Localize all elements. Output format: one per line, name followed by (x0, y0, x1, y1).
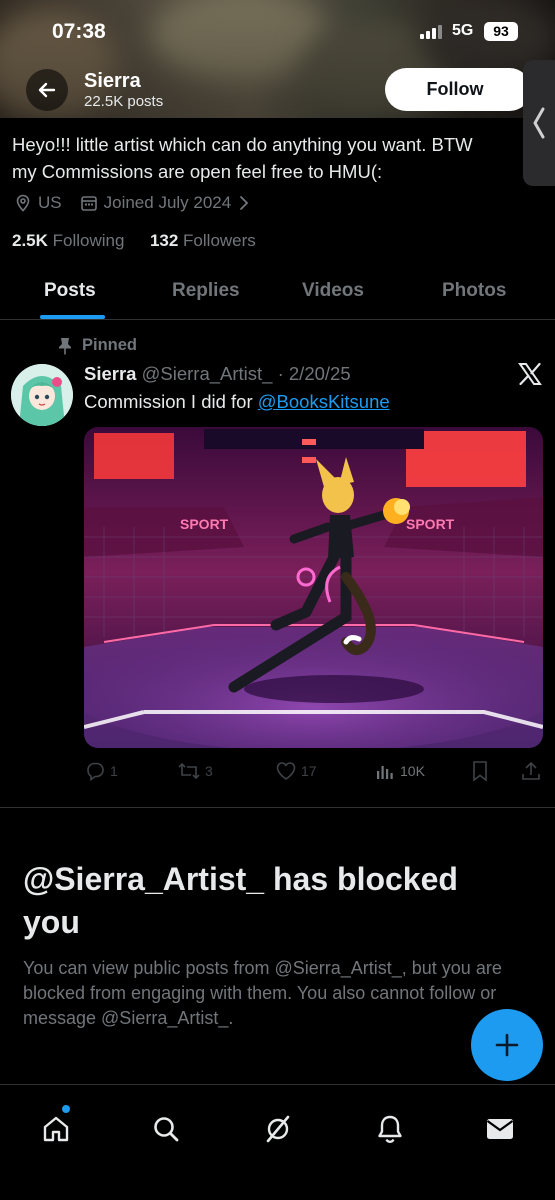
nav-notifications[interactable] (368, 1107, 412, 1151)
analytics-icon (377, 766, 393, 779)
divider (0, 807, 555, 808)
bio-line: Heyo!!! little artist which can do anyth… (12, 134, 473, 155)
bio-line: my Commissions are open feel free to HMU… (12, 161, 383, 182)
profile-bio: Heyo!!! little artist which can do anyth… (12, 131, 532, 185)
compose-button[interactable] (471, 1009, 543, 1081)
post-header: Sierra @Sierra_Artist_ · 2/20/25 (84, 363, 351, 385)
tab-videos[interactable]: Videos (302, 280, 364, 302)
commission-artwork: SPORT SPORT (84, 427, 543, 748)
bell-icon (378, 1115, 402, 1144)
avatar[interactable] (11, 364, 73, 426)
bookmark-button[interactable] (470, 760, 494, 782)
following-link[interactable]: 2.5K Following (12, 231, 124, 250)
followers-label: Followers (183, 231, 256, 250)
notification-dot (62, 1105, 70, 1113)
follow-stats: 2.5K Following 132 Followers (12, 231, 256, 251)
post-actions: 1 3 17 10K (84, 760, 544, 784)
battery-indicator: 93 (484, 22, 518, 41)
pin-icon (59, 337, 71, 354)
heart-icon (276, 762, 296, 780)
mail-icon (486, 1119, 514, 1139)
repost-count: 3 (205, 763, 213, 779)
network-label: 5G (452, 22, 474, 39)
reply-count: 1 (110, 763, 118, 779)
profile-meta: US Joined July 2024 (14, 193, 268, 213)
profile-tabs: Posts Replies Videos Photos (0, 264, 555, 320)
signal-icon (420, 25, 442, 39)
repost-icon (178, 762, 200, 780)
plus-icon (495, 1033, 519, 1057)
nav-messages[interactable] (478, 1107, 522, 1151)
blocked-title: @Sierra_Artist_ has blocked you (23, 861, 458, 940)
status-time: 07:38 (52, 20, 106, 43)
following-label: Following (52, 231, 125, 250)
share-button[interactable] (520, 760, 546, 782)
nav-home[interactable] (34, 1107, 78, 1151)
header-post-count: 22.5K posts (84, 93, 164, 110)
location-text: US (38, 193, 62, 212)
chevron-right-icon (240, 196, 249, 210)
home-icon (43, 1116, 69, 1142)
active-tab-indicator (40, 315, 105, 319)
blocked-description: You can view public posts from @Sierra_A… (23, 958, 502, 1028)
arena-sign: SPORT (406, 516, 455, 532)
followers-count: 132 (149, 231, 179, 250)
share-icon (522, 761, 540, 780)
tab-replies[interactable]: Replies (172, 280, 240, 302)
status-bar: 07:38 5G 93 (0, 0, 555, 62)
x-logo-icon (518, 362, 542, 386)
post-image[interactable]: SPORT SPORT (84, 427, 543, 748)
like-count: 17 (301, 763, 317, 779)
like-button[interactable]: 17 (275, 760, 317, 782)
view-count: 10K (400, 763, 425, 779)
header-name: Sierra (84, 70, 141, 92)
reply-icon (87, 762, 104, 782)
nav-search[interactable] (144, 1107, 188, 1151)
back-button[interactable] (26, 69, 68, 111)
avatar-illustration (11, 364, 73, 426)
joined-date[interactable]: Joined July 2024 (80, 193, 251, 213)
repost-button[interactable]: 3 (177, 760, 213, 782)
location: US (14, 193, 62, 213)
post-handle-date[interactable]: @Sierra_Artist_ · 2/20/25 (142, 363, 351, 384)
following-count: 2.5K (12, 231, 48, 250)
arena-sign: SPORT (180, 516, 229, 532)
search-icon (154, 1117, 179, 1142)
chevron-left-icon (533, 107, 545, 139)
views-button[interactable]: 10K (374, 760, 425, 782)
post-text-body: Commission I did for (84, 391, 258, 412)
post-text: Commission I did for @BooksKitsune (84, 391, 390, 413)
nav-grok[interactable] (256, 1107, 300, 1151)
arrow-left-icon (38, 82, 56, 98)
grok-icon (266, 1115, 290, 1143)
reply-button[interactable]: 1 (84, 760, 118, 782)
pinned-text: Pinned (82, 336, 138, 354)
follow-button[interactable]: Follow (385, 68, 531, 111)
tab-posts[interactable]: Posts (44, 280, 96, 302)
map-pin-icon (16, 194, 30, 212)
post-author-name[interactable]: Sierra (84, 363, 136, 384)
bottom-nav (0, 1085, 555, 1200)
bookmark-icon (473, 761, 487, 782)
calendar-icon (80, 196, 97, 211)
tab-photos[interactable]: Photos (442, 280, 506, 302)
joined-text: Joined July 2024 (103, 193, 232, 212)
pinned-label: Pinned (58, 336, 137, 355)
followers-link[interactable]: 132 Followers (150, 231, 256, 250)
mention-link[interactable]: @BooksKitsune (258, 391, 390, 412)
side-drawer-handle[interactable] (523, 60, 555, 186)
